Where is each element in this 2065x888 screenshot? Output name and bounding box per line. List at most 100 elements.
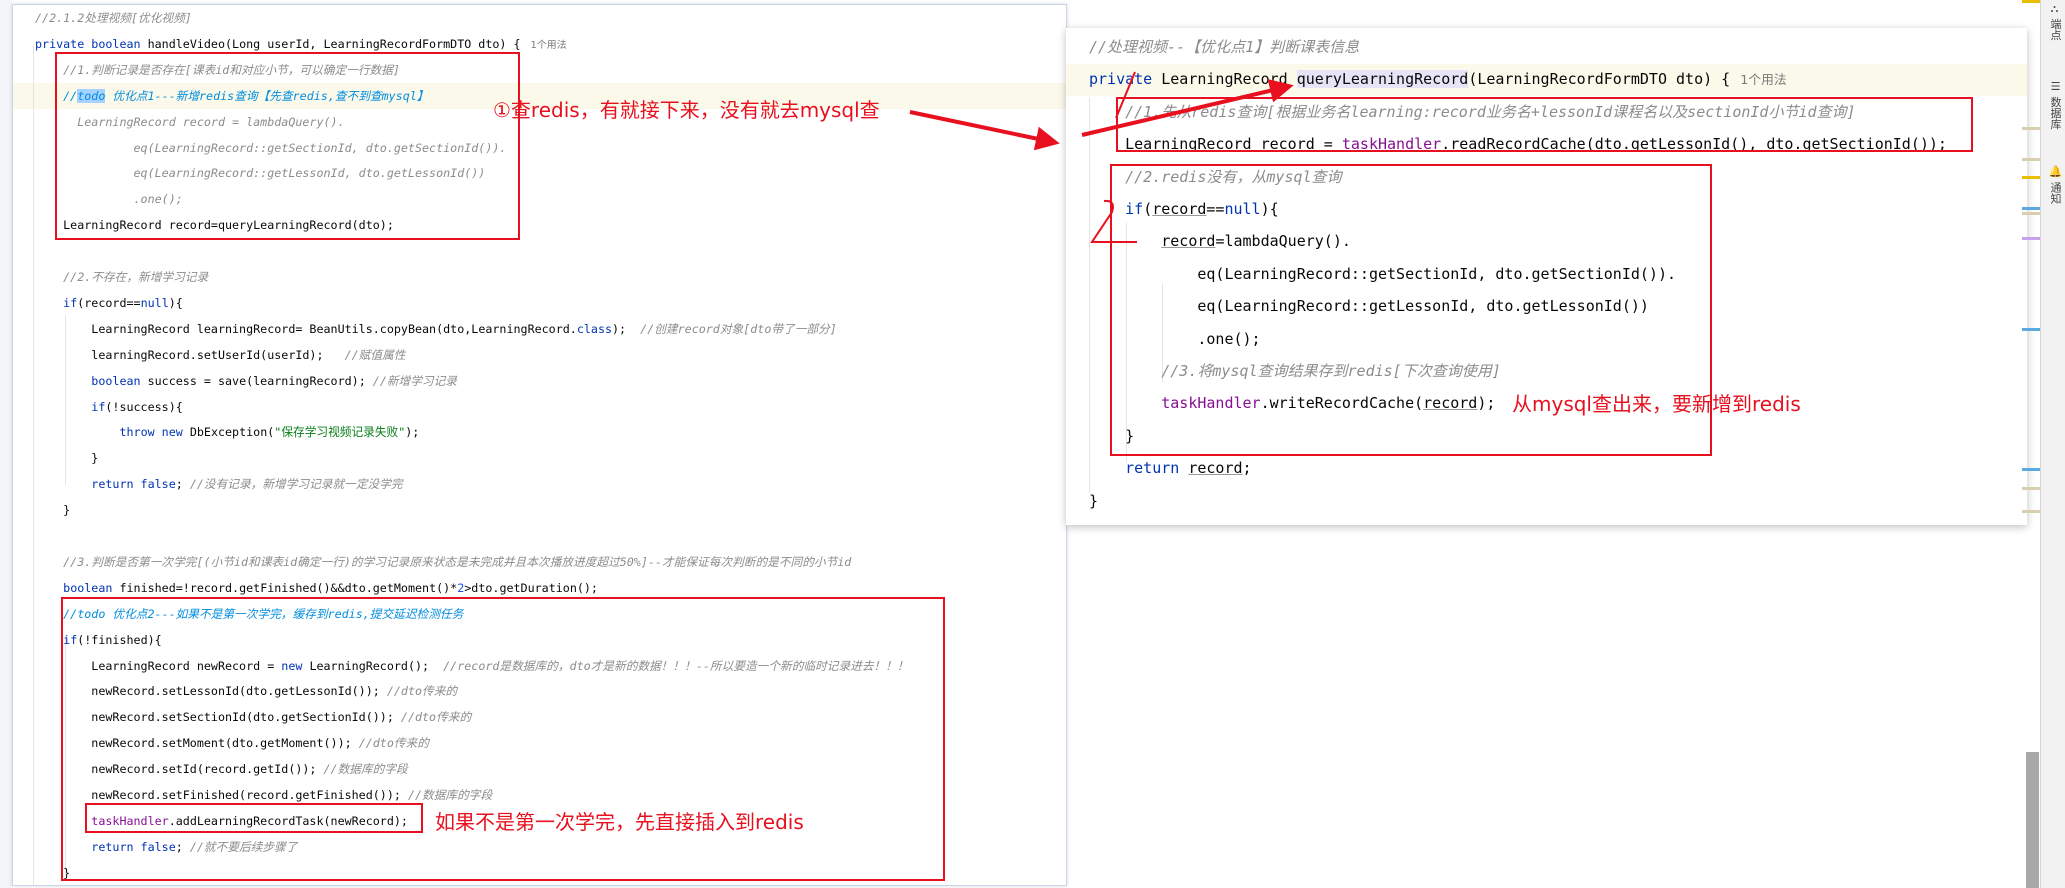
code-token: learningRecord.setUserId(userId); — [35, 347, 345, 362]
code-token: ); — [405, 425, 420, 440]
code-token: record — [1188, 459, 1243, 478]
sidebar-item-endpoints[interactable]: ⛬ 端点 — [2045, 4, 2063, 41]
code-token: (LearningRecordFormDTO dto) { — [1468, 70, 1731, 89]
code-token: //赋值属性 — [344, 347, 406, 362]
code-token: class — [576, 321, 613, 336]
code-token: LearningRecord — [1161, 70, 1297, 89]
endpoints-icon: ⛬ — [2049, 4, 2062, 15]
code-token: } — [35, 451, 99, 466]
code-line[interactable]: if(!success){ — [35, 399, 183, 415]
scrollbar-thumb[interactable] — [2026, 752, 2039, 888]
scroll-marker[interactable] — [2022, 237, 2040, 240]
code-token: ); — [612, 321, 641, 336]
code-token: //处理视频--【优化点1】判断课表信息 — [1089, 38, 1360, 56]
code-token: //没有记录，新增学习记录就一定没学完 — [189, 477, 403, 492]
usage-hint[interactable]: 1个用法 — [1740, 73, 1786, 88]
scroll-marker[interactable] — [2022, 468, 2040, 471]
code-token: null — [140, 295, 169, 310]
code-token: if — [91, 399, 106, 414]
code-line[interactable]: //2.1.2处理视频[优化视频] — [35, 10, 192, 26]
code-token: success = save(learningRecord); — [140, 373, 373, 388]
code-line[interactable]: return record; — [1089, 458, 1252, 478]
sidebar-item-notifications[interactable]: 🔔 通知 — [2045, 165, 2063, 204]
code-line[interactable]: throw new DbException("保存学习视频记录失败"); — [35, 424, 419, 440]
annotation-mysql-to-redis: 从mysql查出来，要新增到redis — [1512, 392, 1801, 416]
code-token: (!success){ — [105, 399, 183, 414]
scroll-marker[interactable] — [2022, 207, 2040, 210]
code-line[interactable]: } — [1089, 491, 1098, 511]
code-token: return false — [91, 477, 176, 492]
code-token: handleVideo(Long userId, LearningRecordF… — [147, 36, 521, 51]
code-token: private boolean — [35, 36, 148, 51]
database-icon: ☰ — [2049, 80, 2062, 93]
scroll-marker[interactable] — [2022, 212, 2040, 215]
code-line[interactable]: learningRecord.setUserId(userId); //赋值属性 — [35, 347, 405, 363]
code-token: LearningRecord learningRecord= BeanUtils… — [35, 321, 380, 336]
code-token: queryLearningRecord — [1296, 70, 1469, 89]
sidebar-item-database[interactable]: ☰ 数据库 — [2045, 80, 2063, 130]
code-line[interactable]: //处理视频--【优化点1】判断课表信息 — [1089, 37, 1359, 57]
code-token: //创建record对象[dto带了一部分] — [640, 321, 837, 336]
code-token: copyBean — [379, 321, 437, 336]
right-tool-sidebar: ⛬ 端点 ☰ 数据库 🔔 通知 — [2040, 0, 2065, 888]
scroll-marker[interactable] — [2022, 176, 2040, 179]
code-token: ){ — [168, 295, 183, 310]
code-token: return — [1125, 459, 1180, 478]
annotation-box-query — [55, 52, 520, 240]
annotation-box-read-cache — [1116, 97, 1973, 152]
code-token: if — [63, 295, 78, 310]
code-token: "保存学习视频记录失败" — [274, 425, 406, 440]
code-line[interactable]: boolean finished=!record.getFinished()&&… — [35, 580, 598, 596]
scroll-marker[interactable] — [2022, 0, 2040, 3]
scroll-marker[interactable] — [2022, 158, 2040, 161]
sidebar-item-label: 端点 — [2049, 18, 2062, 41]
code-token: //2.不存在，新增学习记录 — [35, 270, 209, 284]
code-token: finished=!record.getFinished()&&dto.getM… — [112, 580, 458, 595]
code-token: (record== — [77, 295, 141, 310]
notifications-icon: 🔔 — [2049, 165, 2062, 179]
code-token: } — [35, 503, 71, 518]
sidebar-item-label: 数据库 — [2049, 96, 2062, 130]
code-token: DbException( — [182, 425, 275, 440]
code-token: ; — [1242, 459, 1252, 478]
code-token: //2.1.2处理视频[优化视频] — [35, 11, 192, 25]
scroll-marker[interactable] — [2022, 127, 2040, 130]
code-line[interactable]: if(record==null){ — [35, 295, 183, 311]
code-line[interactable]: boolean success = save(learningRecord); … — [35, 373, 457, 389]
indent-guide — [33, 45, 34, 885]
code-line[interactable]: } — [35, 450, 98, 466]
code-token: throw new — [119, 425, 183, 440]
code-token: private — [1089, 70, 1162, 89]
annotation-redis-first: ①查redis，有就接下来，没有就去mysql查 — [493, 98, 880, 122]
sidebar-item-label: 通知 — [2049, 181, 2062, 204]
code-line[interactable]: private LearningRecord queryLearningReco… — [1089, 69, 1787, 91]
annotation-box-not-finished — [61, 597, 945, 881]
code-token: boolean — [91, 373, 141, 388]
code-token: boolean — [63, 580, 113, 595]
code-line[interactable]: } — [35, 502, 70, 518]
code-line[interactable]: //2.不存在，新增学习记录 — [35, 269, 208, 285]
scroll-marker[interactable] — [2022, 328, 2040, 331]
code-token: //新增学习记录 — [372, 373, 457, 388]
code-token: ; — [175, 477, 190, 492]
code-line[interactable]: //3.判断是否第一次学完[(小节id和课表id确定一行)的学习记录原来状态是未… — [35, 554, 851, 570]
code-token: >dto.getDuration(); — [464, 580, 598, 595]
background-window-edge — [0, 0, 12, 888]
annotation-insert-redis: 如果不是第一次学完，先直接插入到redis — [435, 810, 804, 834]
scroll-marker[interactable] — [2022, 510, 2040, 513]
code-token: } — [1089, 491, 1099, 510]
usage-hint[interactable]: 1个用法 — [531, 40, 567, 51]
annotation-box-add-task — [85, 803, 423, 833]
code-line[interactable]: return false; //没有记录，新增学习记录就一定没学完 — [35, 476, 403, 492]
scroll-marker[interactable] — [2022, 487, 2040, 490]
code-token: //3.判断是否第一次学完[(小节id和课表id确定一行)的学习记录原来状态是未… — [35, 554, 852, 569]
code-line[interactable]: LearningRecord learningRecord= BeanUtils… — [35, 321, 837, 337]
